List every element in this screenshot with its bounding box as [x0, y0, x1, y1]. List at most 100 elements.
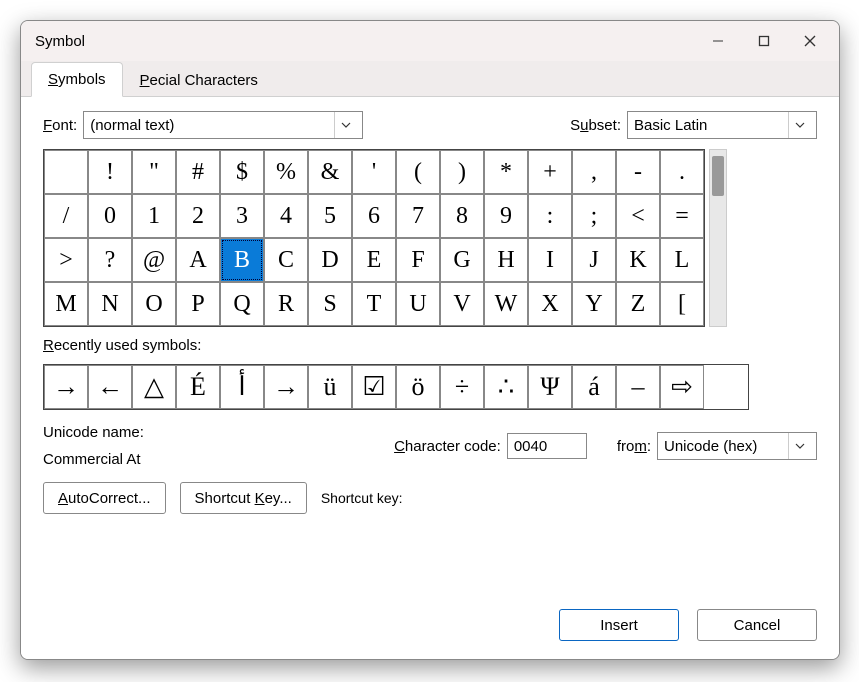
- symbol-cell[interactable]: .: [660, 150, 704, 194]
- symbol-cell[interactable]: &: [308, 150, 352, 194]
- symbol-cell[interactable]: H: [484, 238, 528, 282]
- symbol-cell[interactable]: [: [660, 282, 704, 326]
- symbol-cell[interactable]: >: [44, 238, 88, 282]
- symbol-cell[interactable]: L: [660, 238, 704, 282]
- symbol-cell[interactable]: $: [220, 150, 264, 194]
- symbol-cell[interactable]: N: [88, 282, 132, 326]
- symbol-cell[interactable]: ): [440, 150, 484, 194]
- symbol-cell[interactable]: (: [396, 150, 440, 194]
- info-row: Unicode name: Commercial At Character co…: [43, 424, 817, 468]
- symbol-cell[interactable]: -: [616, 150, 660, 194]
- symbol-cell[interactable]: ': [352, 150, 396, 194]
- close-button[interactable]: [787, 25, 833, 57]
- symbol-cell[interactable]: M: [44, 282, 88, 326]
- char-code-input[interactable]: 0040: [507, 433, 587, 459]
- subset-select[interactable]: Basic Latin: [627, 111, 817, 139]
- symbol-cell[interactable]: B: [220, 238, 264, 282]
- symbol-cell[interactable]: [44, 150, 88, 194]
- minimize-button[interactable]: [695, 25, 741, 57]
- recent-symbol-cell[interactable]: أ: [220, 365, 264, 409]
- symbol-cell[interactable]: +: [528, 150, 572, 194]
- symbol-cell[interactable]: K: [616, 238, 660, 282]
- symbol-cell[interactable]: T: [352, 282, 396, 326]
- subset-label: Subset:: [570, 117, 621, 134]
- symbol-cell[interactable]: O: [132, 282, 176, 326]
- symbol-cell[interactable]: P: [176, 282, 220, 326]
- symbol-cell[interactable]: I: [528, 238, 572, 282]
- button-row: AutoCorrect... Shortcut Key... Shortcut …: [43, 482, 817, 514]
- symbol-cell[interactable]: 8: [440, 194, 484, 238]
- symbol-cell[interactable]: *: [484, 150, 528, 194]
- recent-symbol-cell[interactable]: ö: [396, 365, 440, 409]
- symbol-cell[interactable]: F: [396, 238, 440, 282]
- symbol-cell[interactable]: A: [176, 238, 220, 282]
- subset-value: Basic Latin: [634, 117, 782, 134]
- tab-special-characters[interactable]: Pecial Characters: [123, 63, 275, 97]
- recent-symbol-cell[interactable]: ÷: [440, 365, 484, 409]
- recent-symbol-cell[interactable]: ü: [308, 365, 352, 409]
- symbol-cell[interactable]: @: [132, 238, 176, 282]
- symbol-cell[interactable]: G: [440, 238, 484, 282]
- symbol-cell[interactable]: J: [572, 238, 616, 282]
- symbol-cell[interactable]: 7: [396, 194, 440, 238]
- symbol-cell[interactable]: ?: [88, 238, 132, 282]
- symbol-cell[interactable]: =: [660, 194, 704, 238]
- recent-grid: →←△Éأ→ü☑ö÷∴Ψá–⇨: [43, 364, 749, 410]
- font-value: (normal text): [90, 117, 328, 134]
- maximize-button[interactable]: [741, 25, 787, 57]
- symbol-scrollbar[interactable]: [709, 149, 727, 327]
- tab-symbols[interactable]: Symbols: [31, 62, 123, 97]
- char-code-label: Character code:: [394, 438, 501, 455]
- recent-symbol-cell[interactable]: ☑: [352, 365, 396, 409]
- symbol-cell[interactable]: S: [308, 282, 352, 326]
- autocorrect-button[interactable]: AutoCorrect...: [43, 482, 166, 514]
- recent-symbol-cell[interactable]: ⇨: [660, 365, 704, 409]
- symbol-cell[interactable]: <: [616, 194, 660, 238]
- recent-symbol-cell[interactable]: ←: [88, 365, 132, 409]
- symbol-cell[interactable]: %: [264, 150, 308, 194]
- shortcut-key-label: Shortcut key:: [321, 490, 403, 506]
- symbol-cell[interactable]: ,: [572, 150, 616, 194]
- from-select[interactable]: Unicode (hex): [657, 432, 817, 460]
- symbol-cell[interactable]: ;: [572, 194, 616, 238]
- symbol-cell[interactable]: Z: [616, 282, 660, 326]
- symbol-cell[interactable]: 4: [264, 194, 308, 238]
- recent-symbol-cell[interactable]: É: [176, 365, 220, 409]
- shortcut-key-button[interactable]: Shortcut Key...: [180, 482, 307, 514]
- symbol-cell[interactable]: U: [396, 282, 440, 326]
- symbol-cell[interactable]: 2: [176, 194, 220, 238]
- cancel-button[interactable]: Cancel: [697, 609, 817, 641]
- symbol-cell[interactable]: R: [264, 282, 308, 326]
- symbol-cell[interactable]: /: [44, 194, 88, 238]
- symbol-cell[interactable]: #: [176, 150, 220, 194]
- symbol-cell[interactable]: C: [264, 238, 308, 282]
- symbol-cell[interactable]: V: [440, 282, 484, 326]
- symbol-cell[interactable]: W: [484, 282, 528, 326]
- symbol-cell[interactable]: Y: [572, 282, 616, 326]
- symbol-cell[interactable]: 9: [484, 194, 528, 238]
- symbol-cell[interactable]: 3: [220, 194, 264, 238]
- symbol-cell[interactable]: 5: [308, 194, 352, 238]
- symbol-cell[interactable]: X: [528, 282, 572, 326]
- recent-symbol-cell[interactable]: ∴: [484, 365, 528, 409]
- chevron-down-icon: [334, 112, 356, 138]
- symbol-cell[interactable]: ": [132, 150, 176, 194]
- symbol-cell[interactable]: Q: [220, 282, 264, 326]
- symbol-cell[interactable]: 0: [88, 194, 132, 238]
- recent-symbol-cell[interactable]: →: [44, 365, 88, 409]
- recent-symbol-cell[interactable]: →: [264, 365, 308, 409]
- font-select[interactable]: (normal text): [83, 111, 363, 139]
- recent-symbol-cell[interactable]: △: [132, 365, 176, 409]
- scrollbar-thumb[interactable]: [712, 156, 724, 196]
- symbol-cell[interactable]: 1: [132, 194, 176, 238]
- symbol-cell[interactable]: D: [308, 238, 352, 282]
- recent-symbol-cell[interactable]: –: [616, 365, 660, 409]
- symbol-cell[interactable]: E: [352, 238, 396, 282]
- symbol-cell[interactable]: :: [528, 194, 572, 238]
- symbol-dialog: Symbol Symbols Pecial Characters Font: (…: [20, 20, 840, 660]
- recent-symbol-cell[interactable]: Ψ: [528, 365, 572, 409]
- symbol-cell[interactable]: 6: [352, 194, 396, 238]
- recent-symbol-cell[interactable]: á: [572, 365, 616, 409]
- insert-button[interactable]: Insert: [559, 609, 679, 641]
- symbol-cell[interactable]: !: [88, 150, 132, 194]
